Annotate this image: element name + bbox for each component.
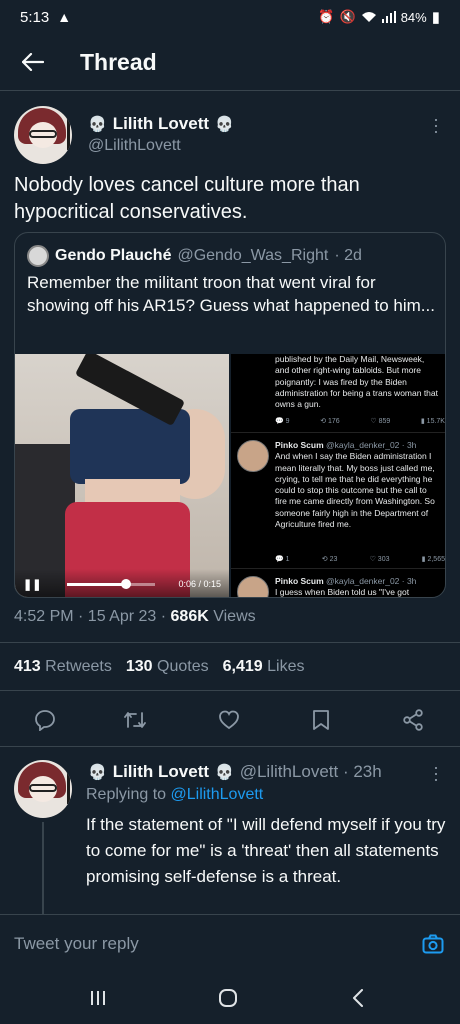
bookmark-icon[interactable] bbox=[304, 703, 338, 737]
likes-stat[interactable]: 6,419 Likes bbox=[223, 658, 305, 676]
page-title: Thread bbox=[80, 48, 157, 75]
quoted-tweet-time: · 2d bbox=[334, 247, 362, 264]
wifi-icon bbox=[361, 12, 376, 22]
video-player[interactable]: ❚❚ 0:06 / 0:15 bbox=[15, 354, 229, 597]
video-time: 0:06 / 0:15 bbox=[178, 579, 221, 589]
author-name[interactable]: Lilith Lovett bbox=[113, 114, 209, 134]
retweets-stat[interactable]: 413 Retweets bbox=[14, 658, 112, 676]
back-nav-icon[interactable] bbox=[338, 984, 378, 1012]
signal-icon bbox=[381, 11, 396, 23]
tweet-timestamp: 4:52 PM · 15 Apr 23 · 686K Views bbox=[14, 608, 256, 625]
status-icons: ⏰ 🔇 84% ▮ bbox=[318, 8, 440, 26]
header-divider bbox=[0, 90, 460, 91]
skull-icon: 💀 bbox=[88, 116, 107, 133]
home-icon[interactable] bbox=[208, 984, 248, 1012]
more-options-icon[interactable]: · · · bbox=[432, 758, 440, 788]
quotes-stat[interactable]: 130 Quotes bbox=[126, 658, 209, 676]
battery-percent: 84% bbox=[400, 9, 427, 25]
quoted-tweet-header: Gendo Plauché @Gendo_Was_Right · 2d bbox=[27, 245, 362, 267]
replying-to-link[interactable]: @LilithLovett bbox=[171, 786, 264, 803]
avatar bbox=[27, 245, 49, 267]
thread-line bbox=[42, 822, 44, 914]
author-name-row[interactable]: 💀 Lilith Lovett 💀 bbox=[88, 114, 234, 134]
avatar bbox=[237, 576, 269, 597]
reply-author-handle[interactable]: @LilithLovett · 23h bbox=[240, 762, 382, 782]
pause-icon[interactable]: ❚❚ bbox=[23, 578, 41, 591]
actions-divider bbox=[0, 746, 460, 747]
engagement-stats: 413 Retweets 130 Quotes 6,419 Likes bbox=[14, 658, 304, 676]
tweet-text: Nobody loves cancel culture more than hy… bbox=[14, 174, 360, 223]
reply-composer bbox=[0, 914, 460, 972]
reply-icon[interactable] bbox=[28, 703, 62, 737]
mute-icon: 🔇 bbox=[339, 9, 356, 24]
skull-icon: 💀 bbox=[215, 116, 234, 133]
status-bar: 5:13 ▲ ⏰ 🔇 84% ▮ bbox=[0, 0, 460, 34]
video-progress-fill bbox=[67, 582, 127, 586]
quoted-tweet[interactable]: Gendo Plauché @Gendo_Was_Right · 2d Reme… bbox=[14, 232, 446, 598]
video-progress-knob[interactable] bbox=[121, 578, 132, 589]
screenshot-reply-1-stats: 💬 1 ⟲ 23 ♡ 303 ▮ 2,565 bbox=[275, 556, 445, 563]
retweet-icon[interactable] bbox=[118, 703, 152, 737]
skull-icon: 💀 bbox=[215, 764, 234, 781]
skull-icon: 💀 bbox=[88, 764, 107, 781]
quoted-tweet-text: Remember the militant troon that went vi… bbox=[27, 273, 435, 315]
camera-icon[interactable] bbox=[420, 931, 446, 957]
screenshot-reply-2: Pinko Scum @kayla_denker_02 · 3h I guess… bbox=[275, 576, 417, 598]
stats-divider-top bbox=[0, 642, 460, 643]
system-nav-bar bbox=[0, 972, 460, 1024]
reply-author-row[interactable]: 💀 Lilith Lovett 💀 @LilithLovett · 23h bbox=[88, 762, 382, 782]
author-handle[interactable]: @LilithLovett bbox=[88, 137, 181, 155]
quoted-author-handle: @Gendo_Was_Right bbox=[177, 247, 329, 264]
replying-to: Replying to @LilithLovett bbox=[86, 786, 264, 803]
video-controls: ❚❚ 0:06 / 0:15 bbox=[15, 569, 229, 597]
video-progress-bar[interactable] bbox=[67, 578, 156, 589]
reply-text: If the statement of "I will defend mysel… bbox=[86, 815, 446, 886]
quoted-author-name: Gendo Plauché bbox=[55, 247, 172, 264]
status-time: 5:13 bbox=[20, 8, 50, 26]
tweet-actions bbox=[0, 703, 460, 737]
like-heart-icon[interactable] bbox=[212, 703, 246, 737]
avatar bbox=[237, 440, 269, 472]
back-arrow-icon[interactable] bbox=[18, 47, 48, 77]
avatar[interactable] bbox=[14, 760, 72, 818]
stats-divider-bottom bbox=[0, 690, 460, 691]
reply-input[interactable] bbox=[14, 933, 394, 954]
thread-header: Thread bbox=[0, 40, 460, 84]
screenshot-top-stats: 💬 9 ⟲ 176 ♡ 859 ▮ 15.7K bbox=[275, 418, 445, 425]
views-count[interactable]: 686K bbox=[171, 608, 209, 625]
reply-author-name[interactable]: Lilith Lovett bbox=[113, 762, 209, 782]
avatar[interactable] bbox=[14, 106, 72, 164]
recent-apps-icon[interactable] bbox=[78, 984, 118, 1012]
screenshot-top-text: published by the Daily Mail, Newsweek, a… bbox=[275, 354, 439, 410]
battery-icon: ▮ bbox=[431, 9, 440, 26]
share-icon[interactable] bbox=[396, 703, 430, 737]
screenshot-image[interactable]: published by the Daily Mail, Newsweek, a… bbox=[231, 354, 445, 598]
more-options-icon[interactable]: · · · bbox=[432, 110, 440, 140]
alarm-icon: ⏰ bbox=[318, 9, 335, 24]
warning-triangle-icon: ▲ bbox=[57, 9, 72, 25]
screenshot-reply-1: Pinko Scum @kayla_denker_02 · 3h And whe… bbox=[275, 440, 435, 530]
